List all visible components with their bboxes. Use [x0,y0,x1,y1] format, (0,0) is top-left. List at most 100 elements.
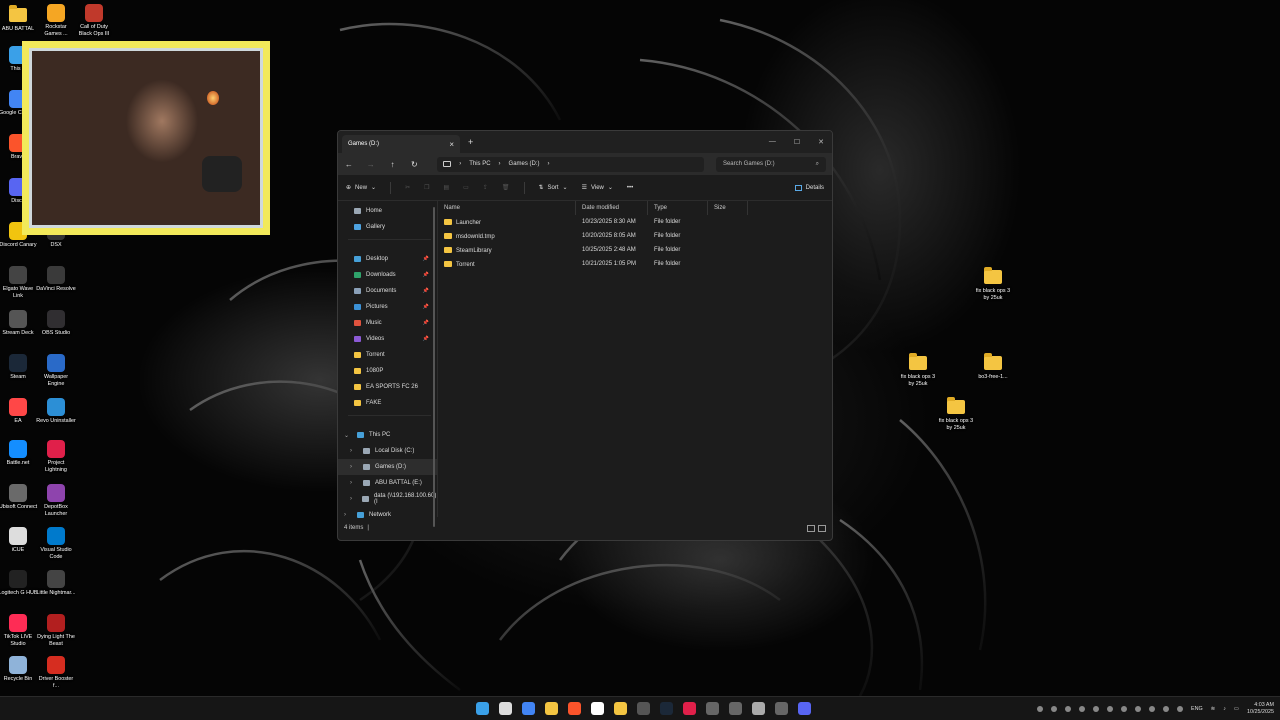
sidebar-item-videos[interactable]: Videos 📌 [338,331,437,347]
desktop-shortcut[interactable]: ABU BATTAL [0,4,38,33]
sidebar-item-this-pc[interactable]: ⌄ This PC [338,427,437,443]
column-date-modified[interactable]: Date modified [576,201,648,215]
chrome-icon[interactable] [522,702,535,715]
back-button[interactable]: ← [344,160,354,169]
tray-icon[interactable] [1163,705,1169,712]
sidebar-item-home[interactable]: Home [338,203,437,219]
column-size[interactable]: Size [708,201,748,215]
new-button[interactable]: ⊕ New ⌄ [346,184,376,192]
desktop-shortcut[interactable]: Stream Deck [0,310,38,337]
tray-icon[interactable] [1121,705,1127,712]
sidebar-item-games-d[interactable]: › Games (D:) [338,459,437,475]
file-explorer-icon[interactable] [545,702,558,715]
column-name[interactable]: Name [438,201,576,215]
chevron-right-icon[interactable]: › [350,496,357,502]
desktop-shortcut[interactable]: TikTok LIVE Studio [0,614,38,648]
delete-icon[interactable]: 🗑 [502,184,510,191]
desktop-shortcut[interactable]: Ubisoft Connect [0,484,38,511]
tray-icon[interactable] [1079,705,1085,712]
table-row[interactable]: SteamLibrary 10/25/2025 2:48 AM File folde… [438,243,832,257]
desktop-shortcut[interactable]: DepotBox Launcher [36,484,76,518]
tray-icon[interactable] [1177,705,1183,712]
tray-icon[interactable] [1065,705,1071,712]
desktop-shortcut[interactable]: Logitech G HUB [0,570,38,597]
sidebar-item-fake[interactable]: FAKE [338,395,437,411]
close-window-button[interactable]: ✕ [818,138,824,146]
clock[interactable]: 4:03 AM 10/25/2025 [1247,702,1274,716]
store-icon[interactable] [591,702,604,715]
up-button[interactable]: ↑ [388,160,398,169]
tray-icon[interactable] [1093,705,1099,712]
desktop-shortcut[interactable]: Wallpaper Engine [36,354,76,388]
tiles-view-button[interactable] [818,524,826,532]
desktop-shortcut[interactable]: EA [0,398,38,425]
minimize-button[interactable]: — [769,138,776,146]
sidebar-item-music[interactable]: Music 📌 [338,315,437,331]
steam-icon[interactable] [660,702,673,715]
table-row[interactable]: msdownld.tmp 10/20/2025 8:05 AM File folde… [438,229,832,243]
desktop-shortcut[interactable]: Steam [0,354,38,381]
search-input[interactable]: Search Games (D:) ⌕ [715,156,826,172]
details-view-button[interactable] [807,524,815,532]
breadcrumb-this-pc[interactable]: This PC [469,161,490,167]
rename-icon[interactable]: ▭ [463,184,469,191]
sidebar-item-documents[interactable]: Documents 📌 [338,283,437,299]
column-type[interactable]: Type [648,201,708,215]
desktop-shortcut[interactable]: Little Nightmar... [36,570,76,597]
paste-icon[interactable]: ▤ [444,184,450,191]
tray-icon[interactable] [1037,705,1043,712]
battery-icon[interactable]: ▭ [1234,706,1239,712]
view-button[interactable]: ☰ View ⌄ [582,184,613,192]
arrow-icon[interactable] [614,702,627,715]
desktop-shortcut[interactable]: Recycle Bin [0,656,38,683]
chevron-right-icon[interactable]: › [350,464,358,470]
search-icon[interactable] [499,702,512,715]
sidebar-item-data-192-168-100-60-i[interactable]: › data (\\192.168.100.60) (I [338,491,437,507]
chevron-right-icon[interactable]: › [350,448,358,454]
desktop-shortcut[interactable]: Driver Booster f... [36,656,76,690]
usb-icon[interactable] [752,702,765,715]
desktop-shortcut[interactable]: Visual Studio Code [36,527,76,561]
desktop-shortcut[interactable]: Project Lightning [36,440,76,474]
tray-icon[interactable] [1149,705,1155,712]
desktop-shortcut[interactable]: Battle.net [0,440,38,467]
sidebar-item-network[interactable]: › Network [338,507,437,523]
close-tab-icon[interactable]: × [449,140,454,149]
sidebar-item-1080p[interactable]: 1080P [338,363,437,379]
desktop-folder[interactable]: bo3-free-1... [973,352,1013,381]
capcut-icon[interactable] [683,702,696,715]
address-bar[interactable]: › This PC › Games (D:) › [437,156,704,172]
tray-icon[interactable] [1107,705,1113,712]
desktop-shortcut[interactable]: Elgato Wave Link [0,266,38,300]
cut-icon[interactable]: ✂ [405,184,410,191]
desktop-shortcut[interactable]: DaVinci Resolve [36,266,76,293]
desktop-shortcut[interactable]: Revo Uninstaller [36,398,76,425]
sidebar-item-pictures[interactable]: Pictures 📌 [338,299,437,315]
volume-icon[interactable]: ♪ [1223,706,1226,712]
desktop-shortcut[interactable]: iCUE [0,527,38,554]
desktop-folder[interactable]: fix black ops 3 by 25uk [936,396,976,432]
sidebar-item-gallery[interactable]: Gallery [338,219,437,235]
desktop-shortcut[interactable]: Dying Light The Beast [36,614,76,648]
table-row[interactable]: Torrent 10/21/2025 1:05 PM File folder [438,257,832,271]
chevron-right-icon[interactable]: › [344,512,352,518]
windows-start-icon[interactable] [476,702,489,715]
app-icon[interactable] [729,702,742,715]
sidebar-item-ea-sports-fc-26[interactable]: EA SPORTS FC 26 [338,379,437,395]
sidebar-item-downloads[interactable]: Downloads 📌 [338,267,437,283]
language-indicator[interactable]: ENG [1191,706,1203,712]
obs-icon[interactable] [637,702,650,715]
share-icon[interactable]: ⇪ [483,184,488,191]
desktop-folder[interactable]: fix black ops 3 by 25uk [973,266,1013,302]
discord-icon[interactable] [798,702,811,715]
tab-games-d[interactable]: Games (D:) × [342,135,460,153]
breadcrumb-games-d[interactable]: Games (D:) [509,161,540,167]
sidebar-item-desktop[interactable]: Desktop 📌 [338,251,437,267]
app-icon[interactable] [706,702,719,715]
chevron-down-icon[interactable]: ⌄ [344,432,352,439]
desktop-shortcut[interactable]: Call of Duty Black Ops III [74,4,114,38]
forward-button[interactable]: → [366,160,376,169]
desktop-shortcut[interactable]: OBS Studio [36,310,76,337]
brave-icon[interactable] [568,702,581,715]
tray-icon[interactable] [1051,705,1057,712]
